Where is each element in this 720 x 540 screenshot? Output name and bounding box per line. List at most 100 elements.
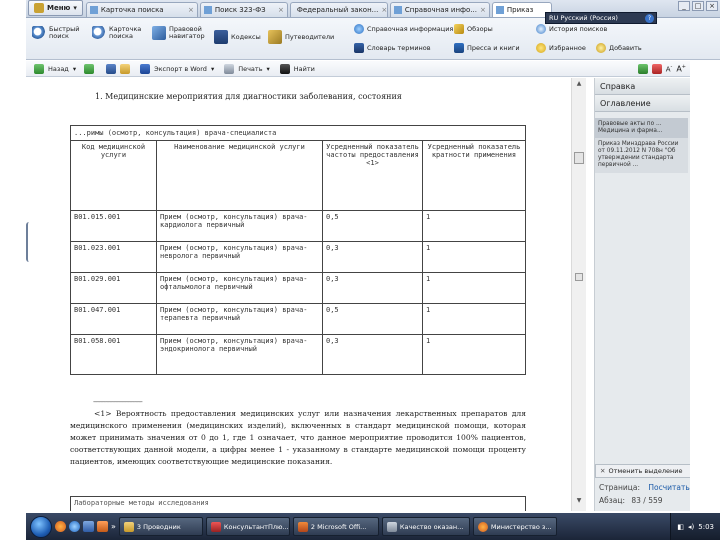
card-search-button[interactable]: Карточка поиска: [92, 26, 148, 40]
scroll-down-icon[interactable]: ▼: [572, 497, 586, 509]
back-arrow-icon[interactable]: [34, 63, 44, 74]
menu-button-label: Меню: [47, 4, 71, 12]
language-indicator[interactable]: RU Русский (Россия) ?: [545, 12, 657, 24]
tab-reference-info[interactable]: Справочная инфо... ×: [389, 2, 490, 17]
minimize-button[interactable]: _: [678, 1, 690, 11]
chevron-right-icon[interactable]: »: [111, 522, 116, 531]
dictionary-button[interactable]: Словарь терминов: [354, 43, 454, 53]
related-docs-box[interactable]: Правовые акты по ... Медицина и фарма...…: [595, 118, 688, 173]
help-icon[interactable]: ?: [645, 13, 654, 23]
back-button[interactable]: Назад: [48, 65, 69, 73]
table-caption-row: ...римы (осмотр, консультация) врача-спе…: [70, 125, 526, 141]
scroll-up-icon[interactable]: ▲: [572, 80, 586, 92]
chevron-down-icon[interactable]: ▾: [73, 65, 76, 73]
add-button[interactable]: Добавить: [596, 43, 656, 53]
paragraph-row: Абзац: 83 / 559: [599, 496, 663, 505]
close-icon[interactable]: ×: [381, 6, 387, 14]
tab-federal-law[interactable]: Федеральный закон... ×: [289, 2, 388, 17]
bookmark-icon[interactable]: [651, 63, 662, 74]
service-name: Прием (осмотр, консультация) врача-офтал…: [156, 272, 323, 304]
document-scrollbar[interactable]: ▲ ▼: [571, 78, 586, 511]
count-pages-link[interactable]: Посчитать: [648, 483, 689, 492]
media-icon[interactable]: [97, 521, 108, 532]
app-window: Меню ▾ Карточка поиска × Поиск 323-ФЗ × …: [0, 0, 720, 540]
find-button[interactable]: Найти: [294, 65, 315, 73]
font-decrease-icon[interactable]: A-: [666, 64, 673, 73]
maximize-button[interactable]: □: [692, 1, 704, 11]
start-button[interactable]: [30, 515, 52, 538]
footnote-separator: --------------------------------: [93, 398, 143, 406]
guides-label: Путеводители: [285, 32, 335, 41]
print-button[interactable]: Печать: [238, 65, 262, 73]
quick-search-button[interactable]: Быстрый поиск: [32, 26, 88, 40]
chevron-down-icon[interactable]: ▾: [211, 65, 214, 73]
tab-search-323[interactable]: Поиск 323-ФЗ ×: [199, 2, 288, 17]
multiplicity-value: 1: [422, 241, 526, 273]
legal-navigator-button[interactable]: Правовой навигатор: [152, 26, 212, 40]
favorites-button[interactable]: Избранное: [536, 43, 596, 53]
scroll-marker[interactable]: [574, 152, 584, 164]
clear-selection-button[interactable]: ✕ Отменить выделение: [595, 464, 691, 478]
folder-icon[interactable]: [120, 63, 131, 74]
column-header: Усредненный показатель кратности примене…: [422, 140, 526, 211]
menu-button[interactable]: Меню ▾: [28, 0, 83, 16]
printer-icon[interactable]: [224, 63, 235, 74]
taskbar-item-label: КонсультантПлю...: [223, 522, 289, 531]
close-icon[interactable]: ×: [278, 6, 284, 14]
network-icon[interactable]: ◧: [677, 523, 684, 531]
forward-arrow-icon[interactable]: [84, 63, 95, 74]
tab-order[interactable]: Приказ: [491, 2, 552, 17]
ribbon: Быстрый поиск Карточка поиска Правовой н…: [26, 18, 720, 60]
word-icon[interactable]: [140, 63, 151, 74]
reference-info-label: Справочная информация: [367, 24, 454, 33]
side-panel-handle[interactable]: [26, 222, 32, 262]
save-icon[interactable]: [106, 63, 117, 74]
volume-icon[interactable]: ◂): [688, 523, 694, 531]
history-icon: [536, 24, 546, 34]
chevron-down-icon[interactable]: ▾: [267, 65, 270, 73]
star-icon: [536, 43, 546, 53]
ie-icon[interactable]: [69, 521, 80, 532]
table-row: B01.023.001 Прием (осмотр, консультация)…: [70, 241, 526, 273]
navigator-icon: [152, 26, 166, 40]
next-table-caption: Лабораторные методы исследования: [70, 496, 526, 511]
help-section[interactable]: Справка: [595, 78, 690, 95]
taskbar-item-consultant[interactable]: КонсультантПлю...: [205, 517, 290, 536]
search-card-icon: [92, 26, 106, 40]
codes-button[interactable]: Кодексы: [214, 30, 264, 44]
desktop-icon[interactable]: [83, 521, 94, 532]
reference-info-button[interactable]: Справочная информация: [354, 24, 454, 34]
binoculars-icon[interactable]: [279, 63, 290, 74]
reviews-button[interactable]: Обзоры: [454, 24, 524, 34]
guides-button[interactable]: Путеводители: [268, 30, 340, 44]
export-word-button[interactable]: Экспорт в Word: [154, 65, 207, 73]
firefox-icon[interactable]: [55, 521, 66, 532]
book-icon: [214, 30, 228, 44]
press-books-label: Пресса и книги: [467, 43, 520, 52]
close-window-button[interactable]: ×: [706, 1, 718, 11]
taskbar-item-label: Министерство з...: [490, 522, 552, 531]
taskbar-item-label: 2 Microsoft Offi...: [310, 522, 367, 531]
table-row: B01.015.001 Прием (осмотр, консультация)…: [70, 210, 526, 242]
document-icon: [386, 521, 397, 532]
font-increase-icon[interactable]: A+: [676, 64, 686, 74]
search-history-button[interactable]: История поисков: [536, 24, 618, 34]
reviews-label: Обзоры: [467, 24, 493, 33]
contents-section[interactable]: Оглавление: [595, 95, 690, 112]
taskbar-item-explorer[interactable]: 3 Проводник: [118, 517, 203, 536]
multiplicity-value: 1: [422, 272, 526, 304]
window-controls: _ □ ×: [678, 1, 718, 11]
clock[interactable]: 5:03: [698, 523, 714, 531]
tab-label: Приказ: [506, 6, 534, 14]
tab-card-search[interactable]: Карточка поиска ×: [85, 2, 198, 17]
taskbar-item-office[interactable]: 2 Microsoft Offi...: [292, 517, 379, 536]
taskbar-item-ministry[interactable]: Министерство з...: [472, 517, 557, 536]
magnifier-icon: [32, 26, 46, 40]
close-icon[interactable]: ×: [188, 6, 194, 14]
scroll-thumb[interactable]: [575, 273, 583, 281]
press-books-button[interactable]: Пресса и книги: [454, 43, 536, 53]
export-excel-icon[interactable]: [637, 63, 648, 74]
taskbar-item-quality[interactable]: Качество оказан...: [381, 517, 470, 536]
document-view: 1. Медицинские мероприятия для диагности…: [26, 78, 571, 511]
close-icon[interactable]: ×: [480, 6, 486, 14]
